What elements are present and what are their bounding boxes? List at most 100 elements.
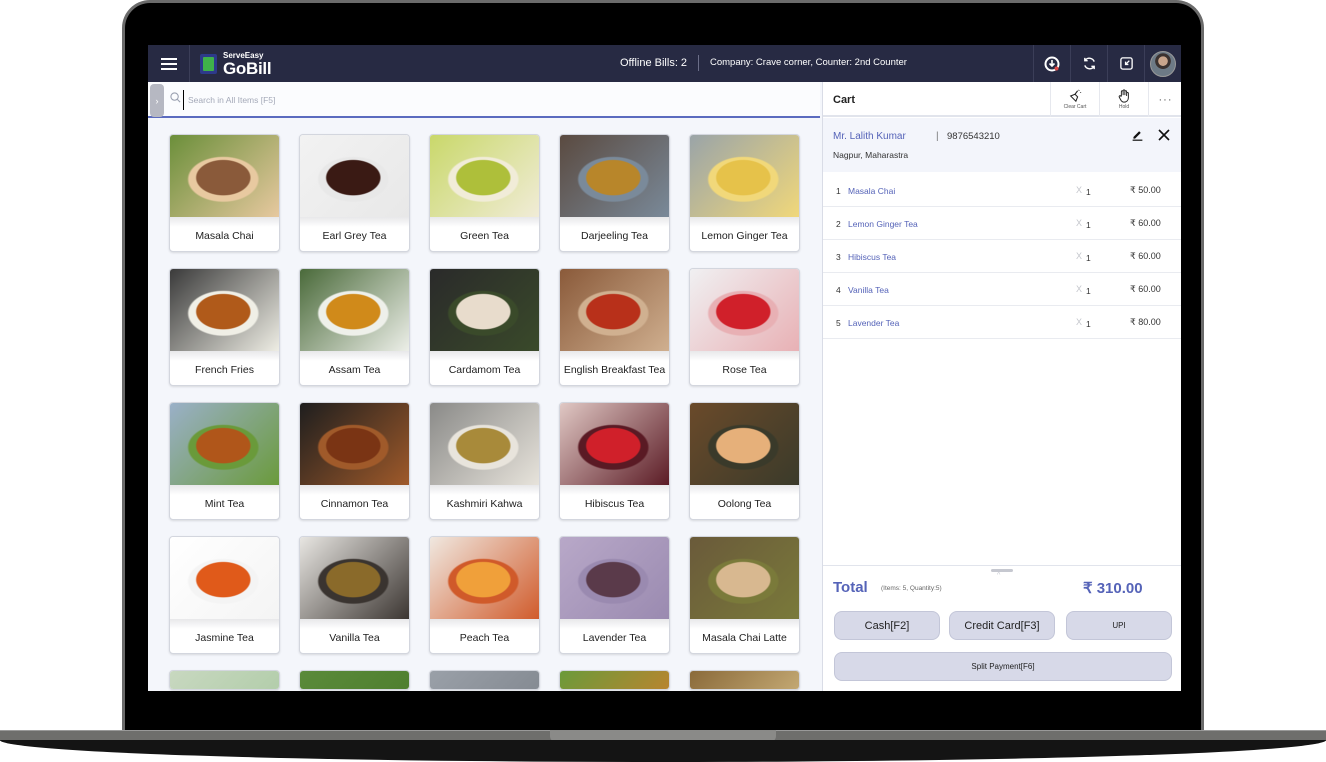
product-name: Lemon Ginger Tea: [701, 230, 788, 243]
product-image: [300, 537, 409, 619]
product-card[interactable]: Cardamom Tea: [429, 268, 540, 386]
cart-panel: Cart Clear Cart Hold ··· Mr. Lalith Kuma…: [822, 82, 1181, 691]
brand-name: GoBill: [223, 58, 272, 78]
line-price: ₹ 60.00: [1130, 218, 1161, 228]
line-name: Hibiscus Tea: [848, 252, 897, 262]
upi-button[interactable]: UPI: [1066, 611, 1172, 640]
product-name: Rose Tea: [722, 364, 767, 377]
product-name: Cardamom Tea: [448, 364, 521, 377]
expand-handle[interactable]: [991, 569, 1013, 572]
product-image: [560, 671, 669, 689]
hamburger-icon: [160, 57, 177, 70]
logo-icon: [200, 54, 217, 74]
cart-line[interactable]: 1 Masala Chai X 1 ₹ 50.00: [823, 174, 1181, 207]
product-card[interactable]: Cinnamon Tea: [299, 402, 410, 520]
menu-button[interactable]: [148, 45, 190, 82]
product-image: [560, 537, 669, 619]
product-card[interactable]: Kashmiri Kahwa: [429, 402, 540, 520]
search-input[interactable]: [188, 90, 588, 110]
product-card[interactable]: Hibiscus Tea: [559, 402, 670, 520]
product-card[interactable]: Masala Chai Latte: [689, 536, 800, 654]
line-quantity: 1: [1086, 187, 1091, 197]
product-image: [170, 537, 279, 619]
product-card[interactable]: [429, 670, 540, 690]
exit-fullscreen-button[interactable]: [1107, 45, 1144, 82]
line-quantity: 1: [1086, 286, 1091, 296]
offline-bills[interactable]: Offline Bills: 2: [620, 57, 687, 69]
product-name: Peach Tea: [459, 632, 510, 645]
product-image: [690, 269, 799, 351]
product-card[interactable]: English Breakfast Tea: [559, 268, 670, 386]
product-card[interactable]: Rose Tea: [689, 268, 800, 386]
refresh-button[interactable]: [1070, 45, 1107, 82]
product-name: Kashmiri Kahwa: [446, 498, 523, 511]
product-image: [430, 269, 539, 351]
product-image: [170, 135, 279, 217]
line-index: 4: [836, 285, 841, 295]
cash-button[interactable]: Cash[F2]: [834, 611, 940, 640]
cart-header: Cart Clear Cart Hold ···: [823, 82, 1181, 117]
cart-line[interactable]: 5 Lavender Tea X 1 ₹ 80.00: [823, 306, 1181, 339]
cart-footer: ^ Total (Items: 5, Quantity:5) ₹ 310.00 …: [823, 565, 1181, 691]
product-card[interactable]: Vanilla Tea: [299, 536, 410, 654]
profile-button[interactable]: [1144, 45, 1181, 82]
clear-cart-label: Clear Cart: [1063, 104, 1087, 110]
product-card[interactable]: Darjeeling Tea: [559, 134, 670, 252]
line-price: ₹ 60.00: [1130, 251, 1161, 261]
multiply-icon: X: [1076, 317, 1083, 327]
expand-sidebar-button[interactable]: ›: [150, 84, 164, 117]
cart-items: 1 Masala Chai X 1 ₹ 50.00 2 Lemon Ginger Tea X 1…: [823, 174, 1181, 339]
more-options-button[interactable]: ···: [1148, 82, 1181, 117]
product-image: [430, 403, 539, 485]
product-name: Lavender Tea: [582, 632, 647, 645]
product-card[interactable]: Masala Chai: [169, 134, 280, 252]
product-card[interactable]: Assam Tea: [299, 268, 410, 386]
total-summary: (Items: 5, Quantity:5): [881, 585, 942, 592]
customer-phone: 9876543210: [947, 131, 1000, 142]
product-card[interactable]: [169, 670, 280, 690]
top-bar: ServeEasy GoBill Offline Bills: 2 Compan…: [148, 45, 1181, 82]
remove-customer-button[interactable]: [1158, 128, 1170, 146]
download-status-icon: [1044, 56, 1060, 71]
product-image: [300, 269, 409, 351]
product-name: Earl Grey Tea: [322, 230, 387, 243]
download-status-button[interactable]: [1033, 45, 1070, 82]
product-card[interactable]: Green Tea: [429, 134, 540, 252]
product-card[interactable]: Oolong Tea: [689, 402, 800, 520]
clear-cart-button[interactable]: Clear Cart: [1050, 82, 1099, 117]
edit-customer-button[interactable]: [1131, 128, 1144, 146]
product-name: Jasmine Tea: [195, 632, 254, 645]
product-card[interactable]: [689, 670, 800, 690]
product-card[interactable]: French Fries: [169, 268, 280, 386]
credit-card-button[interactable]: Credit Card[F3]: [949, 611, 1055, 640]
line-name: Vanilla Tea: [848, 285, 889, 295]
hold-button[interactable]: Hold: [1099, 82, 1148, 117]
line-quantity: 1: [1086, 253, 1091, 263]
product-card[interactable]: Lemon Ginger Tea: [689, 134, 800, 252]
customer-address: Nagpur, Maharastra: [833, 150, 909, 160]
divider: [698, 55, 699, 71]
line-quantity: 1: [1086, 319, 1091, 329]
app-logo: ServeEasy GoBill: [200, 51, 272, 78]
product-card[interactable]: Earl Grey Tea: [299, 134, 410, 252]
product-card[interactable]: Peach Tea: [429, 536, 540, 654]
product-card[interactable]: [299, 670, 410, 690]
product-name: English Breakfast Tea: [563, 364, 666, 377]
split-payment-button[interactable]: Split Payment[F6]: [834, 652, 1172, 681]
product-card[interactable]: Lavender Tea: [559, 536, 670, 654]
product-name: French Fries: [195, 364, 254, 377]
product-card[interactable]: Jasmine Tea: [169, 536, 280, 654]
refresh-icon: [1083, 57, 1095, 70]
product-name: Vanilla Tea: [329, 632, 380, 645]
product-image: [300, 403, 409, 485]
product-card[interactable]: [559, 670, 670, 690]
items-panel: › Masala Chai Earl Grey Tea Green Tea Darje…: [148, 82, 820, 691]
product-name: Masala Chai: [195, 230, 254, 243]
user-avatar: [1150, 50, 1176, 77]
customer-name[interactable]: Mr. Lalith Kumar: [833, 131, 906, 142]
multiply-icon: X: [1076, 218, 1083, 228]
cart-line[interactable]: 4 Vanilla Tea X 1 ₹ 60.00: [823, 273, 1181, 306]
cart-line[interactable]: 2 Lemon Ginger Tea X 1 ₹ 60.00: [823, 207, 1181, 240]
cart-line[interactable]: 3 Hibiscus Tea X 1 ₹ 60.00: [823, 240, 1181, 273]
product-card[interactable]: Mint Tea: [169, 402, 280, 520]
